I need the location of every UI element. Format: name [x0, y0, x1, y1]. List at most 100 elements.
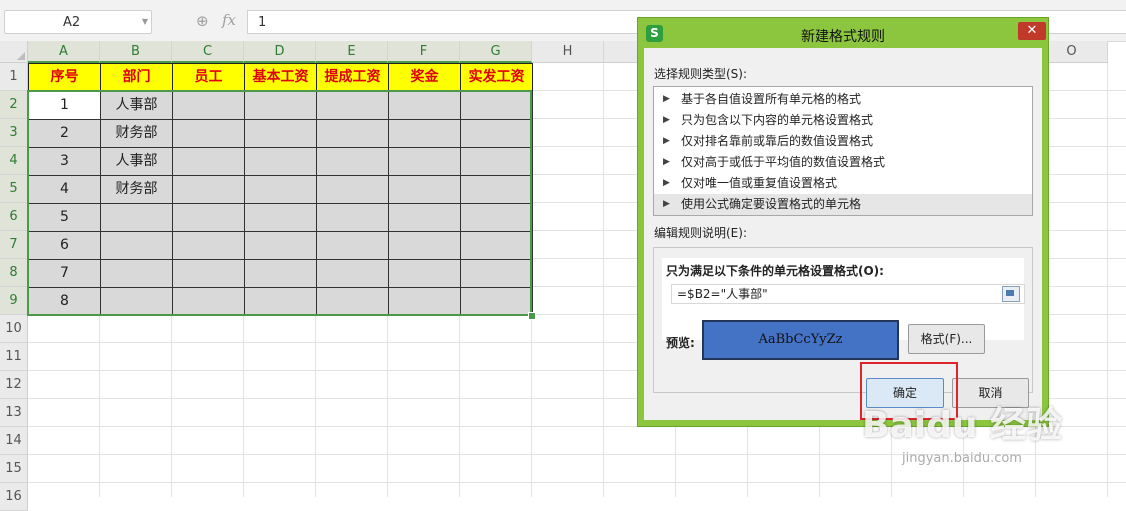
table-cell[interactable]	[244, 91, 317, 120]
table-cell[interactable]: 5	[28, 203, 101, 232]
col-header-b[interactable]: B	[100, 41, 172, 63]
table-cell[interactable]	[244, 259, 317, 288]
row-header-15[interactable]: 15	[0, 455, 28, 483]
col-header-h[interactable]: H	[532, 41, 604, 63]
row-header-11[interactable]: 11	[0, 343, 28, 371]
rule-type-item[interactable]: ▶ 仅对高于或低于平均值的数值设置格式	[654, 152, 1032, 173]
table-cell[interactable]: 人事部	[100, 147, 173, 176]
table-cell[interactable]	[244, 147, 317, 176]
table-cell[interactable]	[460, 203, 533, 232]
row-header-1[interactable]: 1	[0, 63, 28, 91]
table-cell[interactable]: 6	[28, 231, 101, 260]
table-cell[interactable]	[460, 119, 533, 148]
function-icon[interactable]: fx	[222, 11, 236, 29]
header-cell[interactable]: 员工	[172, 63, 245, 92]
table-cell[interactable]	[244, 203, 317, 232]
table-cell[interactable]: 2	[28, 119, 101, 148]
header-cell[interactable]: 提成工资	[316, 63, 389, 92]
row-header-9[interactable]: 9	[0, 287, 28, 315]
formula-field[interactable]: =$B2="人事部"	[671, 284, 1025, 304]
format-button[interactable]: 格式(F)...	[908, 324, 985, 354]
table-cell[interactable]	[172, 147, 245, 176]
table-cell[interactable]: 4	[28, 175, 101, 204]
select-all-corner[interactable]	[0, 41, 28, 63]
zoom-icon[interactable]: ⊕	[196, 12, 209, 30]
close-button[interactable]: ✕	[1018, 22, 1046, 40]
table-cell[interactable]	[388, 91, 461, 120]
row-header-5[interactable]: 5	[0, 175, 28, 203]
row-header-2[interactable]: 2	[0, 91, 28, 119]
table-cell[interactable]	[316, 287, 389, 316]
table-cell[interactable]	[388, 119, 461, 148]
table-cell[interactable]	[244, 231, 317, 260]
table-cell[interactable]	[388, 287, 461, 316]
row-header-8[interactable]: 8	[0, 259, 28, 287]
table-cell[interactable]: 财务部	[100, 175, 173, 204]
table-cell[interactable]	[460, 175, 533, 204]
col-header-e[interactable]: E	[316, 41, 388, 63]
row-header-13[interactable]: 13	[0, 399, 28, 427]
table-cell[interactable]	[388, 259, 461, 288]
table-cell[interactable]	[172, 175, 245, 204]
table-cell[interactable]: 7	[28, 259, 101, 288]
rule-type-item[interactable]: ▶ 仅对唯一值或重复值设置格式	[654, 173, 1032, 194]
table-cell[interactable]: 1	[28, 91, 101, 120]
header-cell[interactable]: 基本工资	[244, 63, 317, 92]
col-header-g[interactable]: G	[460, 41, 532, 63]
rule-type-item[interactable]: ▶ 只为包含以下内容的单元格设置格式	[654, 110, 1032, 131]
row-header-7[interactable]: 7	[0, 231, 28, 259]
table-cell[interactable]	[460, 91, 533, 120]
name-box[interactable]: A2 ▼	[4, 10, 152, 34]
col-header-f[interactable]: F	[388, 41, 460, 63]
table-cell[interactable]	[172, 119, 245, 148]
range-picker-icon[interactable]	[1002, 286, 1020, 302]
row-header-12[interactable]: 12	[0, 371, 28, 399]
table-cell[interactable]: 3	[28, 147, 101, 176]
chevron-down-icon[interactable]: ▼	[142, 17, 148, 26]
table-cell[interactable]	[172, 287, 245, 316]
table-cell[interactable]	[172, 231, 245, 260]
row-header-16[interactable]: 16	[0, 483, 28, 511]
table-cell[interactable]	[316, 175, 389, 204]
rule-type-item[interactable]: ▶ 使用公式确定要设置格式的单元格	[654, 194, 1032, 215]
table-cell[interactable]	[100, 203, 173, 232]
table-cell[interactable]	[172, 259, 245, 288]
table-cell[interactable]	[316, 119, 389, 148]
row-header-10[interactable]: 10	[0, 315, 28, 343]
table-cell[interactable]	[100, 231, 173, 260]
fill-handle[interactable]	[528, 312, 536, 320]
header-cell[interactable]: 奖金	[388, 63, 461, 92]
table-cell[interactable]	[100, 259, 173, 288]
header-cell[interactable]: 序号	[28, 63, 101, 92]
table-cell[interactable]	[316, 147, 389, 176]
table-cell[interactable]	[460, 287, 533, 316]
row-header-6[interactable]: 6	[0, 203, 28, 231]
table-cell[interactable]	[316, 203, 389, 232]
table-cell[interactable]	[316, 231, 389, 260]
table-cell[interactable]: 8	[28, 287, 101, 316]
table-cell[interactable]	[244, 175, 317, 204]
table-cell[interactable]	[244, 119, 317, 148]
table-cell[interactable]: 人事部	[100, 91, 173, 120]
col-header-d[interactable]: D	[244, 41, 316, 63]
table-cell[interactable]	[460, 231, 533, 260]
header-cell[interactable]: 部门	[100, 63, 173, 92]
row-header-4[interactable]: 4	[0, 147, 28, 175]
header-cell[interactable]: 实发工资	[460, 63, 533, 92]
row-header-3[interactable]: 3	[0, 119, 28, 147]
row-header-14[interactable]: 14	[0, 427, 28, 455]
table-cell[interactable]	[388, 231, 461, 260]
rule-type-list[interactable]: ▶ 基于各自值设置所有单元格的格式 ▶ 只为包含以下内容的单元格设置格式 ▶ 仅对排名靠前…	[653, 86, 1033, 216]
table-cell[interactable]	[388, 147, 461, 176]
col-header-c[interactable]: C	[172, 41, 244, 63]
rule-type-item[interactable]: ▶ 基于各自值设置所有单元格的格式	[654, 89, 1032, 110]
table-cell[interactable]	[388, 175, 461, 204]
table-cell[interactable]	[388, 203, 461, 232]
table-cell[interactable]	[460, 259, 533, 288]
table-cell[interactable]	[244, 287, 317, 316]
table-cell[interactable]	[172, 203, 245, 232]
table-cell[interactable]	[172, 91, 245, 120]
col-header-a[interactable]: A	[28, 41, 100, 63]
table-cell[interactable]	[460, 147, 533, 176]
rule-type-item[interactable]: ▶ 仅对排名靠前或靠后的数值设置格式	[654, 131, 1032, 152]
